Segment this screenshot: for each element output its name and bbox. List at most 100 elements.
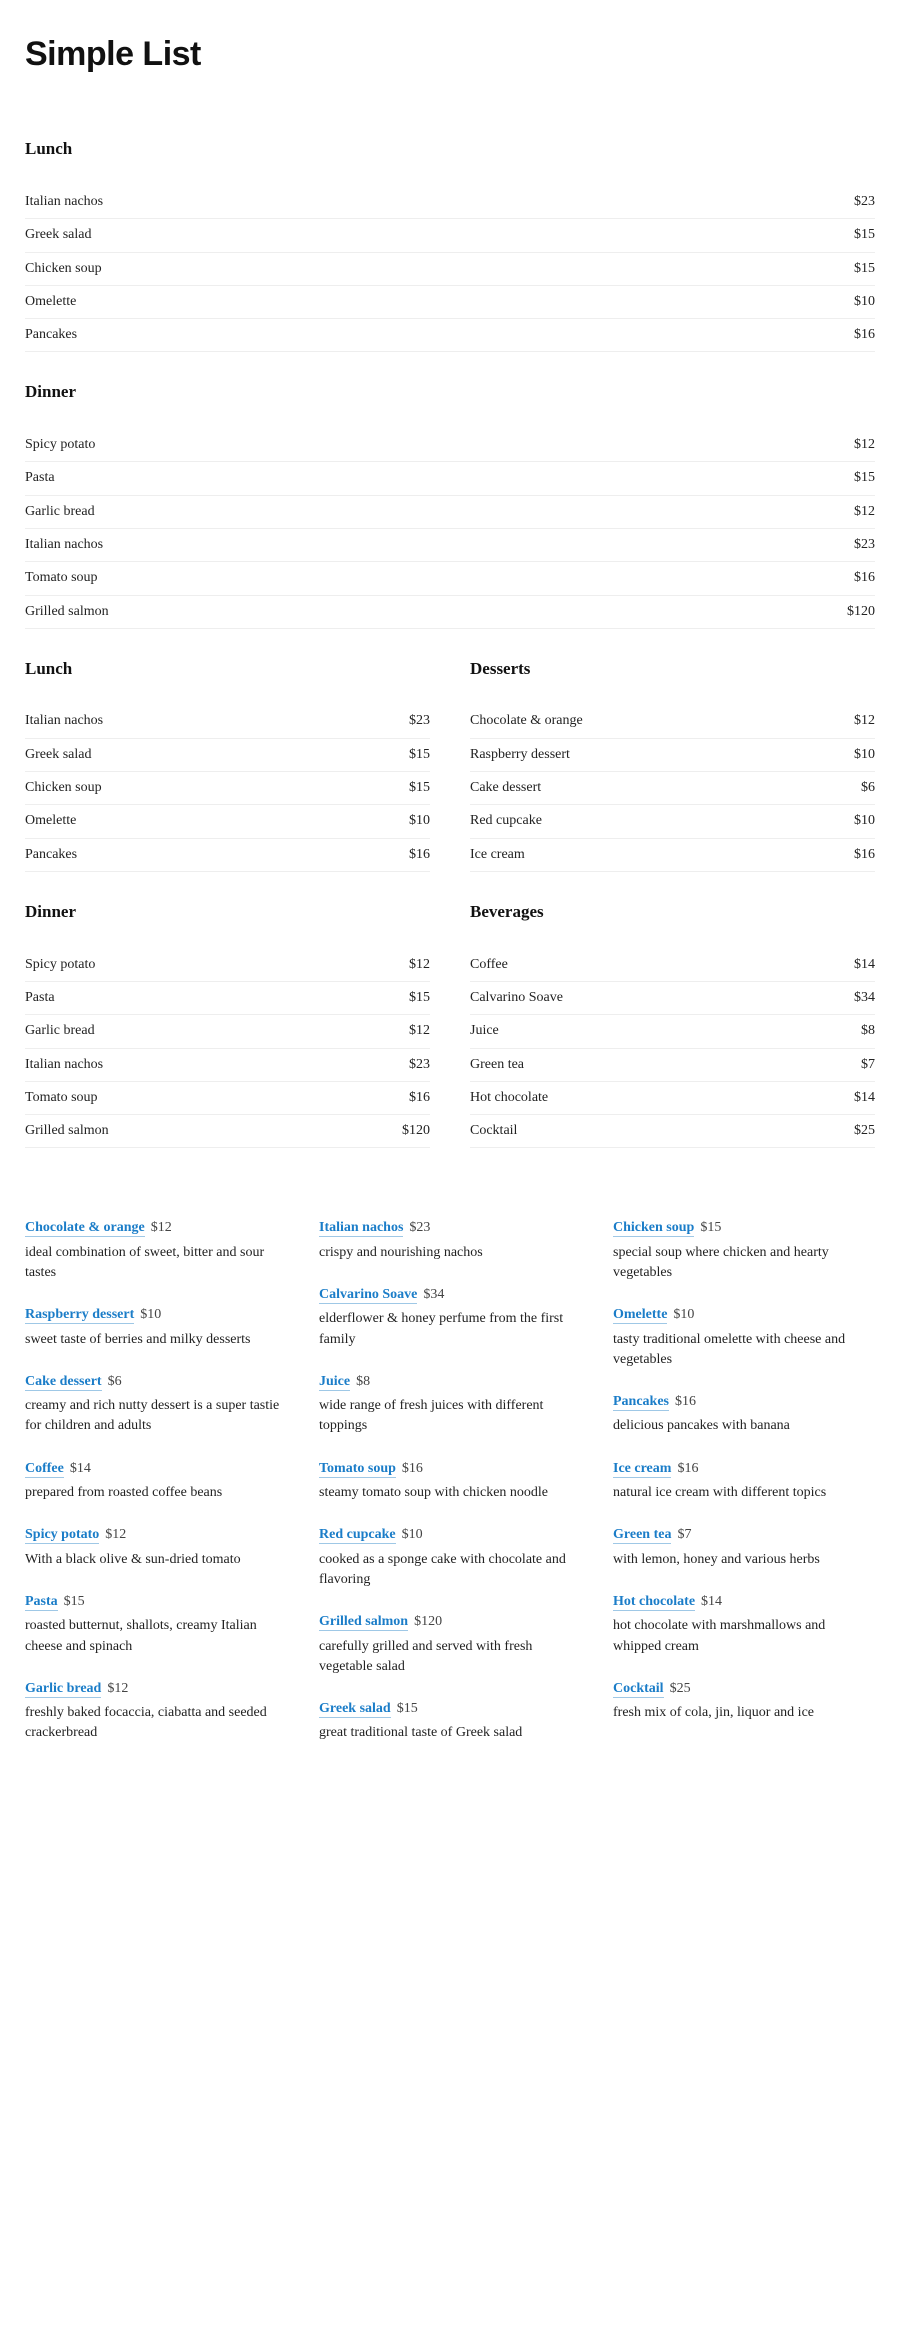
section-title: Dinner bbox=[25, 900, 430, 925]
desc-item-price: $8 bbox=[356, 1374, 370, 1389]
desc-item-text: prepared from roasted coffee beans bbox=[25, 1483, 287, 1503]
desc-item-link[interactable]: Spicy potato bbox=[25, 1527, 99, 1544]
desc-item-text: with lemon, honey and various herbs bbox=[613, 1550, 875, 1570]
menu-item-name: Pasta bbox=[25, 988, 55, 1008]
section-title: Desserts bbox=[470, 657, 875, 682]
desc-item-price: $12 bbox=[151, 1220, 172, 1235]
desc-item-price: $6 bbox=[108, 1374, 122, 1389]
desc-item-link[interactable]: Green tea bbox=[613, 1527, 671, 1544]
menu-row: Italian nachos$23 bbox=[25, 1049, 430, 1082]
menu-item-price: $12 bbox=[854, 502, 875, 522]
menu-item-name: Grilled salmon bbox=[25, 1121, 109, 1141]
menu-item-price: $15 bbox=[854, 468, 875, 488]
desc-item: Pasta$15roasted butternut, shallots, cre… bbox=[25, 1592, 287, 1657]
desc-item-price: $16 bbox=[677, 1461, 698, 1476]
desc-item-link[interactable]: Tomato soup bbox=[319, 1461, 396, 1478]
desc-item: Juice$8wide range of fresh juices with d… bbox=[319, 1372, 581, 1437]
menu-item-name: Italian nachos bbox=[25, 1055, 103, 1075]
desc-item-text: carefully grilled and served with fresh … bbox=[319, 1637, 581, 1678]
menu-section: DinnerSpicy potato$12Pasta$15Garlic brea… bbox=[25, 900, 430, 1148]
desc-item-link[interactable]: Red cupcake bbox=[319, 1527, 396, 1544]
menu-item-name: Tomato soup bbox=[25, 1088, 98, 1108]
menu-row: Hot chocolate$14 bbox=[470, 1082, 875, 1115]
menu-item-price: $16 bbox=[409, 845, 430, 865]
menu-item-price: $12 bbox=[854, 711, 875, 731]
desc-item-link[interactable]: Cocktail bbox=[613, 1681, 664, 1698]
menu-item-name: Omelette bbox=[25, 811, 76, 831]
desc-item-text: cooked as a sponge cake with chocolate a… bbox=[319, 1550, 581, 1591]
menu-item-price: $10 bbox=[409, 811, 430, 831]
two-col-right: DessertsChocolate & orange$12Raspberry d… bbox=[470, 657, 875, 1177]
menu-item-price: $16 bbox=[854, 845, 875, 865]
menu-row: Spicy potato$12 bbox=[25, 429, 875, 462]
two-column-menu-container: LunchItalian nachos$23Greek salad$15Chic… bbox=[25, 657, 875, 1177]
menu-item-price: $14 bbox=[854, 955, 875, 975]
menu-row: Raspberry dessert$10 bbox=[470, 739, 875, 772]
desc-item: Greek salad $15 great traditional taste of… bbox=[319, 1699, 581, 1744]
menu-section: LunchItalian nachos$23Greek salad$15Chic… bbox=[25, 137, 875, 352]
menu-row: Ice cream$16 bbox=[470, 839, 875, 872]
menu-item-price: $16 bbox=[854, 568, 875, 588]
menu-row: Chicken soup$15 bbox=[25, 253, 875, 286]
menu-item-name: Chicken soup bbox=[25, 778, 102, 798]
desc-item-link[interactable]: Raspberry dessert bbox=[25, 1307, 134, 1324]
menu-item-price: $10 bbox=[854, 745, 875, 765]
desc-item-link[interactable]: Chocolate & orange bbox=[25, 1220, 145, 1237]
desc-item-link[interactable]: Greek salad bbox=[319, 1701, 391, 1718]
menu-item-name: Pancakes bbox=[25, 845, 77, 865]
menu-item-price: $34 bbox=[854, 988, 875, 1008]
desc-item: Italian nachos$23crispy and nourishing n… bbox=[319, 1218, 581, 1263]
menu-item-price: $23 bbox=[854, 535, 875, 555]
menu-section: DessertsChocolate & orange$12Raspberry d… bbox=[470, 657, 875, 872]
desc-item: Spicy potato$12With a black olive & sun-… bbox=[25, 1525, 287, 1570]
desc-item-price: $16 bbox=[402, 1461, 423, 1476]
desc-item: Ice cream$16natural ice cream with diffe… bbox=[613, 1459, 875, 1504]
desc-item: Green tea$7with lemon, honey and various… bbox=[613, 1525, 875, 1570]
desc-item-text: steamy tomato soup with chicken noodle bbox=[319, 1483, 581, 1503]
desc-item-price: $15 bbox=[397, 1701, 418, 1716]
desc-item-price: $10 bbox=[140, 1307, 161, 1322]
menu-section: DinnerSpicy potato$12Pasta$15Garlic brea… bbox=[25, 380, 875, 628]
desc-item-link[interactable]: Pancakes bbox=[613, 1394, 669, 1411]
desc-item-link[interactable]: Hot chocolate bbox=[613, 1594, 695, 1611]
desc-item-link[interactable]: Garlic bread bbox=[25, 1681, 101, 1698]
desc-item-text: great traditional taste of Greek salad bbox=[319, 1723, 581, 1743]
desc-item-link[interactable]: Coffee bbox=[25, 1461, 64, 1478]
desc-item: Cake dessert $6 creamy and rich nutty dess… bbox=[25, 1372, 287, 1437]
menu-item-name: Spicy potato bbox=[25, 955, 95, 975]
desc-item-price: $12 bbox=[105, 1527, 126, 1542]
desc-item-price: $14 bbox=[70, 1461, 91, 1476]
desc-item-link[interactable]: Calvarino Soave bbox=[319, 1287, 417, 1304]
menu-item-price: $7 bbox=[861, 1055, 875, 1075]
menu-row: Red cupcake $10 bbox=[470, 805, 875, 838]
desc-item-link[interactable]: Grilled salmon bbox=[319, 1614, 408, 1631]
menu-row: Greek salad$15 bbox=[25, 219, 875, 252]
desc-item-link[interactable]: Chicken soup bbox=[613, 1220, 694, 1237]
desc-item: Omelette$10tasty traditional omelette wi… bbox=[613, 1305, 875, 1370]
desc-item: Hot chocolate$14hot chocolate with marsh… bbox=[613, 1592, 875, 1657]
desc-item: Raspberry dessert$10sweet taste of berri… bbox=[25, 1305, 287, 1350]
menu-item-name: Pasta bbox=[25, 468, 55, 488]
desc-item-text: creamy and rich nutty dessert is a super… bbox=[25, 1396, 287, 1437]
desc-item-link[interactable]: Cake dessert bbox=[25, 1374, 102, 1391]
menu-item-price: $120 bbox=[847, 602, 875, 622]
menu-item-name: Red cupcake bbox=[470, 811, 542, 831]
desc-item-price: $120 bbox=[414, 1614, 442, 1629]
desc-item-link[interactable]: Ice cream bbox=[613, 1461, 671, 1478]
menu-item-price: $12 bbox=[409, 1021, 430, 1041]
desc-item: Calvarino Soave$34elderflower & honey pe… bbox=[319, 1285, 581, 1350]
menu-row: Pasta $15 bbox=[25, 462, 875, 495]
desc-item-link[interactable]: Omelette bbox=[613, 1307, 667, 1324]
desc-item-link[interactable]: Juice bbox=[319, 1374, 350, 1391]
desc-col-2: Italian nachos$23crispy and nourishing n… bbox=[319, 1218, 581, 1765]
menu-item-price: $25 bbox=[854, 1121, 875, 1141]
desc-item: Pancakes$16delicious pancakes with banan… bbox=[613, 1392, 875, 1437]
desc-item-link[interactable]: Italian nachos bbox=[319, 1220, 403, 1237]
menu-item-name: Coffee bbox=[470, 955, 508, 975]
menu-item-name: Grilled salmon bbox=[25, 602, 109, 622]
section-title: Dinner bbox=[25, 380, 875, 405]
desc-item-link[interactable]: Pasta bbox=[25, 1594, 58, 1611]
menu-item-price: $10 bbox=[854, 811, 875, 831]
menu-row: Tomato soup$16 bbox=[25, 562, 875, 595]
menu-item-name: Cake dessert bbox=[470, 778, 541, 798]
